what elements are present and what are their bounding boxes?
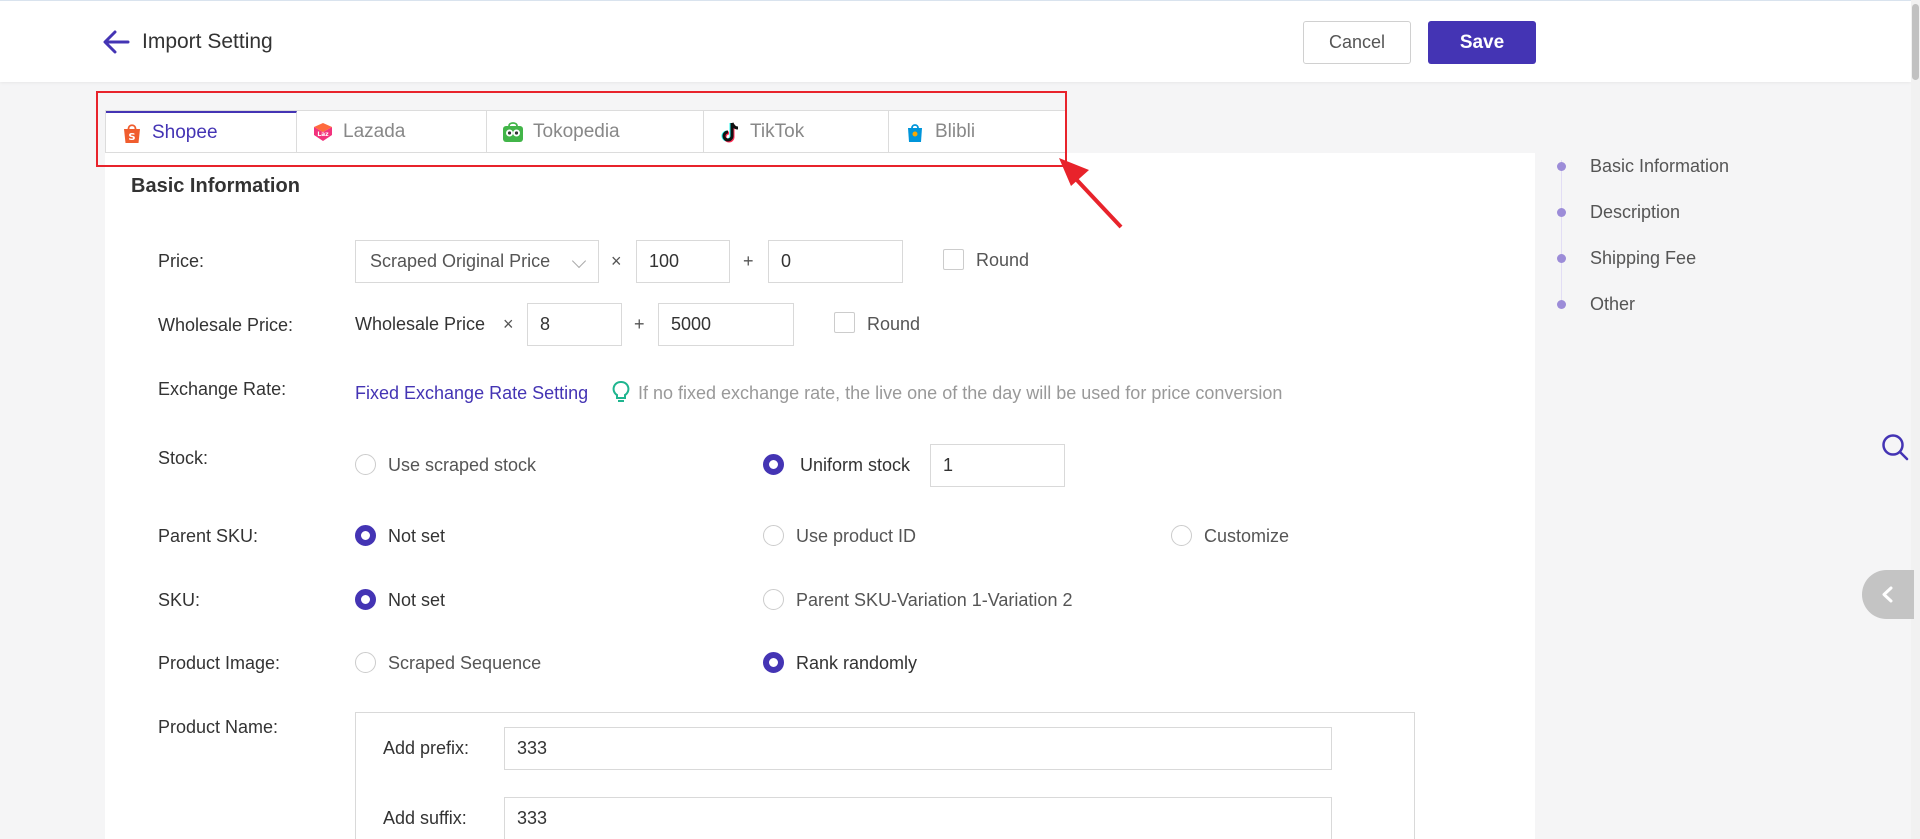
prefix-input[interactable]: 333	[504, 727, 1332, 770]
parent-sku-not-set-label: Not set	[388, 526, 446, 546]
toc-other[interactable]: Other	[1590, 294, 1635, 315]
tab-tiktok-label: TikTok	[750, 120, 805, 142]
plus-sign: +	[634, 314, 645, 334]
toc-description[interactable]: Description	[1590, 202, 1680, 223]
svg-text:S: S	[128, 132, 135, 143]
sku-not-set-label: Not set	[388, 590, 446, 610]
toc-dot	[1557, 254, 1566, 263]
save-button[interactable]: Save	[1428, 21, 1536, 64]
wholesale-round-label: Round	[867, 314, 921, 334]
fixed-exchange-rate-link[interactable]: Fixed Exchange Rate Setting	[355, 383, 588, 404]
radio-uniform-stock[interactable]	[763, 454, 784, 475]
stock-label: Stock:	[158, 448, 209, 468]
radio-parent-sku-variation[interactable]	[763, 589, 784, 610]
uniform-stock-label: Uniform stock	[800, 455, 911, 475]
toc-basic-information[interactable]: Basic Information	[1590, 156, 1729, 177]
tab-shopee-label: Shopee	[152, 121, 218, 143]
platform-tabs: S Shopee Laz Lazada Tokopedia TikTok Bli…	[105, 110, 1067, 153]
tab-blibli[interactable]: Blibli	[889, 111, 1066, 152]
tab-shopee[interactable]: S Shopee	[106, 111, 297, 152]
price-round-label: Round	[976, 250, 1030, 270]
scrollbar-thumb[interactable]	[1912, 4, 1919, 80]
cancel-button[interactable]: Cancel	[1303, 21, 1411, 64]
top-bar: Import Setting Cancel Save	[0, 0, 1911, 82]
lightbulb-icon	[612, 381, 630, 402]
use-product-id-label: Use product ID	[796, 526, 917, 546]
wholesale-price-label: Wholesale Price:	[158, 315, 294, 335]
price-round-checkbox[interactable]	[943, 249, 964, 270]
toc-shipping-fee[interactable]: Shipping Fee	[1590, 248, 1696, 269]
svg-text:Laz: Laz	[317, 131, 329, 138]
add-suffix-label: Add suffix:	[383, 808, 467, 828]
page-scrollbar[interactable]	[1911, 0, 1920, 839]
page-title: Import Setting	[142, 30, 273, 53]
exchange-rate-hint: If no fixed exchange rate, the live one …	[638, 383, 1283, 403]
wholesale-addend-input[interactable]: 5000	[658, 303, 794, 346]
wholesale-round-checkbox[interactable]	[834, 312, 855, 333]
use-scraped-stock-label: Use scraped stock	[388, 455, 537, 475]
sku-label: SKU:	[158, 590, 201, 610]
tab-blibli-label: Blibli	[935, 120, 976, 142]
product-image-label: Product Image:	[158, 653, 281, 673]
toc-line	[1561, 160, 1562, 305]
exchange-rate-label: Exchange Rate:	[158, 379, 287, 399]
rank-randomly-label: Rank randomly	[796, 653, 918, 673]
times-sign: ×	[503, 314, 514, 334]
shopee-icon: S	[124, 123, 140, 143]
wholesale-source-text: Wholesale Price	[355, 314, 486, 334]
suffix-input[interactable]: 333	[504, 797, 1332, 839]
parent-sku-label: Parent SKU:	[158, 526, 259, 546]
annotation-arrow	[1059, 158, 1123, 229]
tab-lazada-label: Lazada	[343, 120, 406, 142]
price-source-value: Scraped Original Price	[370, 251, 551, 271]
wholesale-multiplier-input[interactable]: 8	[527, 303, 622, 346]
plus-sign: +	[743, 251, 754, 271]
tab-tokopedia-label: Tokopedia	[533, 120, 620, 142]
add-prefix-label: Add prefix:	[383, 738, 470, 758]
toc-dot	[1557, 300, 1566, 309]
times-sign: ×	[611, 251, 622, 271]
price-label: Price:	[158, 251, 205, 271]
radio-rank-randomly[interactable]	[763, 652, 784, 673]
back-arrow-icon[interactable]	[102, 29, 130, 55]
chevron-left-icon	[1882, 586, 1893, 603]
radio-customize[interactable]	[1171, 525, 1192, 546]
radio-sku-not-set[interactable]	[355, 589, 376, 610]
blibli-icon	[908, 123, 922, 142]
tiktok-icon	[721, 121, 739, 142]
radio-parent-sku-not-set[interactable]	[355, 525, 376, 546]
toc-dot	[1557, 162, 1566, 171]
product-name-label: Product Name:	[158, 717, 279, 737]
radio-use-scraped-stock[interactable]	[355, 454, 376, 475]
chevron-down-icon	[571, 253, 587, 269]
customize-label: Customize	[1204, 526, 1290, 546]
tab-tiktok[interactable]: TikTok	[704, 111, 889, 152]
price-addend-input[interactable]: 0	[768, 240, 903, 283]
parent-sku-variation-label: Parent SKU-Variation 1-Variation 2	[796, 590, 1073, 610]
radio-use-product-id[interactable]	[763, 525, 784, 546]
section-title: Basic Information	[131, 175, 300, 197]
price-source-select[interactable]: Scraped Original Price	[355, 240, 599, 283]
tab-tokopedia[interactable]: Tokopedia	[487, 111, 704, 152]
radio-scraped-sequence[interactable]	[355, 652, 376, 673]
tab-lazada[interactable]: Laz Lazada	[297, 111, 487, 152]
tokopedia-icon	[503, 121, 523, 142]
uniform-stock-input[interactable]: 1	[930, 444, 1065, 487]
price-multiplier-input[interactable]: 100	[636, 240, 730, 283]
lazada-icon: Laz	[314, 122, 332, 141]
toc-dot	[1557, 208, 1566, 217]
collapse-panel-button[interactable]	[1862, 570, 1914, 619]
scraped-sequence-label: Scraped Sequence	[388, 653, 542, 673]
search-icon[interactable]	[1880, 432, 1910, 462]
